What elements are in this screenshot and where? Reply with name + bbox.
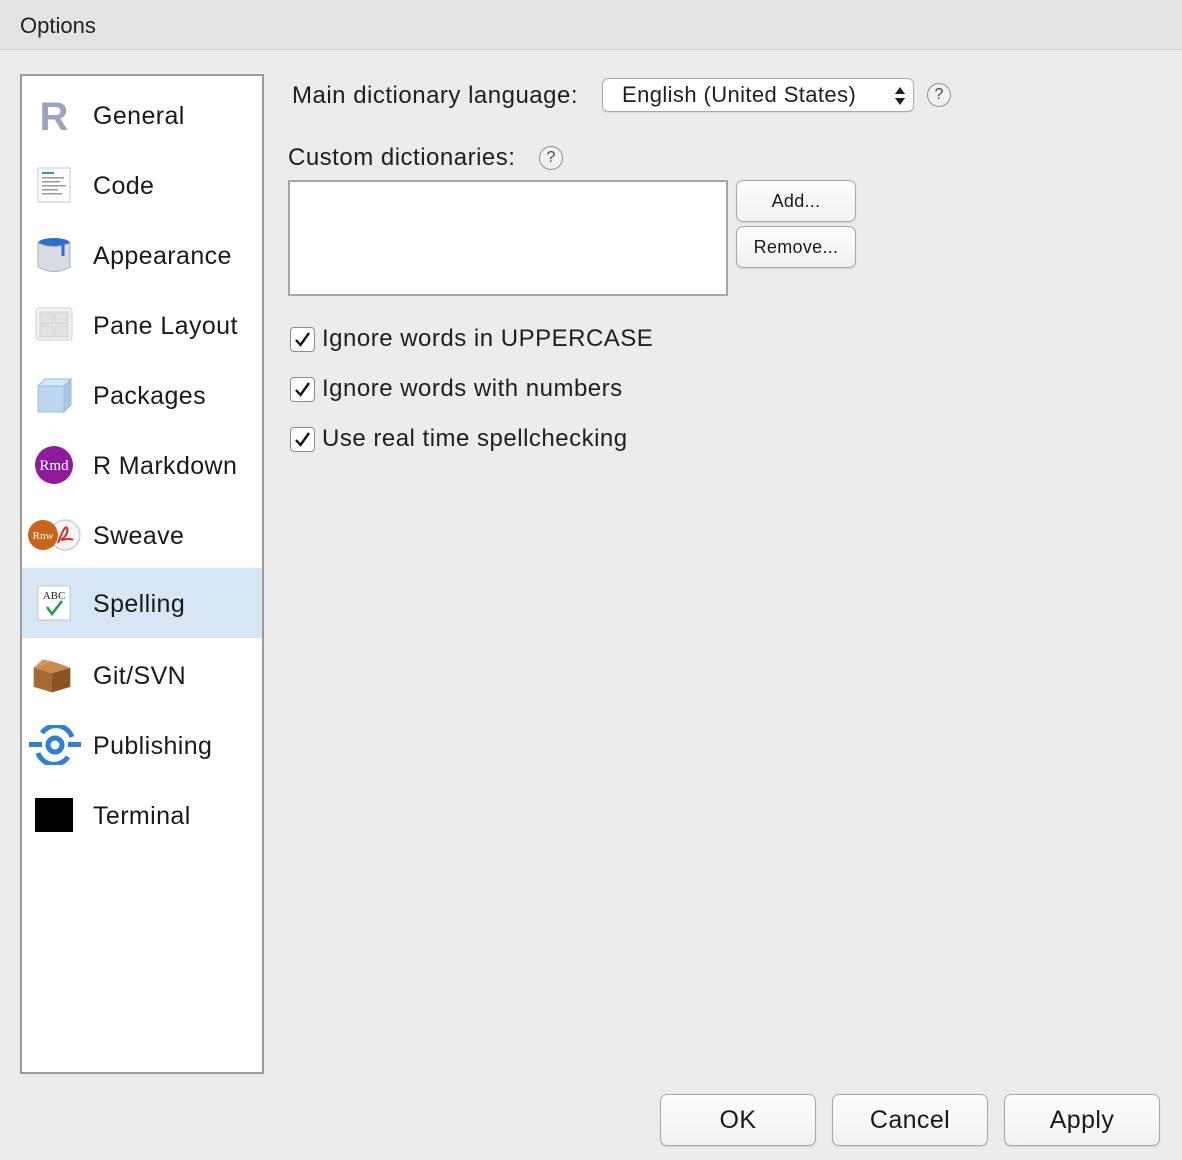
sidebar-item-terminal[interactable]: Terminal [22,780,262,850]
sidebar-item-label: Sweave [93,522,185,550]
sidebar-item-label: Publishing [93,732,213,760]
sidebar-item-label: Terminal [93,802,191,830]
sidebar-item-label: Git/SVN [93,662,187,690]
terminal-icon [32,796,76,834]
sidebar-item-code[interactable]: Code [22,150,262,220]
cancel-button[interactable]: Cancel [832,1094,988,1146]
rmd-icon-text: Rmd [39,458,69,474]
checkmark-icon [295,382,310,397]
apply-button[interactable]: Apply [1004,1094,1160,1146]
options-sidebar: R General Code Appearance Pane Layout Pa… [20,74,264,1074]
ignore-numbers-checkbox[interactable] [290,377,315,402]
custom-dictionaries-help-icon[interactable]: ? [539,146,563,170]
spelling-panel: Main dictionary language: English (Unite… [288,74,1158,1074]
r-logo-icon: R [32,95,76,135]
updown-arrows-icon [894,83,906,109]
ok-button[interactable]: OK [660,1094,816,1146]
sidebar-item-label: Appearance [93,242,232,270]
main-dictionary-select[interactable]: English (United States) [602,78,914,112]
sidebar-item-label: Code [93,172,155,200]
sidebar-item-general[interactable]: R General [22,80,262,150]
sidebar-item-label: Spelling [93,590,186,618]
sidebar-item-git-svn[interactable]: Git/SVN [22,640,262,710]
publish-icon [28,725,82,765]
add-dictionary-button[interactable]: Add... [736,180,856,222]
ignore-uppercase-label: Ignore words in UPPERCASE [322,325,654,352]
package-cube-icon [32,376,76,414]
pane-grid-icon [32,306,76,344]
checkmark-icon [295,432,310,447]
main-dictionary-help-icon[interactable]: ? [927,83,951,107]
sweave-pdf-icon: Rnw [26,516,82,554]
abc-icon-text: ABC [43,590,66,602]
sidebar-item-pane-layout[interactable]: Pane Layout [22,290,262,360]
sidebar-item-label: R Markdown [93,452,238,480]
sidebar-item-publishing[interactable]: Publishing [22,710,262,780]
box-icon [30,656,74,694]
remove-dictionary-button[interactable]: Remove... [736,226,856,268]
sidebar-item-appearance[interactable]: Appearance [22,220,262,290]
sidebar-item-label: General [93,102,185,130]
main-dictionary-value: English (United States) [622,82,857,107]
checkmark-icon [295,332,310,347]
realtime-spellcheck-label: Use real time spellchecking [322,425,628,452]
ignore-numbers-label: Ignore words with numbers [322,375,623,402]
sidebar-item-label: Packages [93,382,206,410]
realtime-spellcheck-checkbox[interactable] [290,427,315,452]
code-document-icon [32,166,76,204]
sidebar-item-r-markdown[interactable]: Rmd R Markdown [22,430,262,500]
sidebar-item-label: Pane Layout [93,312,238,340]
rnw-icon-text: Rnw [33,530,54,542]
main-dictionary-label: Main dictionary language: [292,82,579,109]
custom-dictionaries-list[interactable] [288,180,728,296]
abc-check-icon: ABC [32,584,76,622]
custom-dictionaries-label: Custom dictionaries: [288,144,516,171]
ignore-uppercase-checkbox[interactable] [290,327,315,352]
sidebar-item-spelling[interactable]: ABC Spelling [22,568,262,638]
paint-bucket-icon [32,236,76,274]
rmd-icon: Rmd [32,446,76,484]
svg-text:R: R [40,95,69,135]
title-bar: Options [0,0,1182,50]
sidebar-item-sweave[interactable]: Rnw Sweave [22,500,262,570]
sidebar-item-packages[interactable]: Packages [22,360,262,430]
window-title: Options [20,13,96,38]
